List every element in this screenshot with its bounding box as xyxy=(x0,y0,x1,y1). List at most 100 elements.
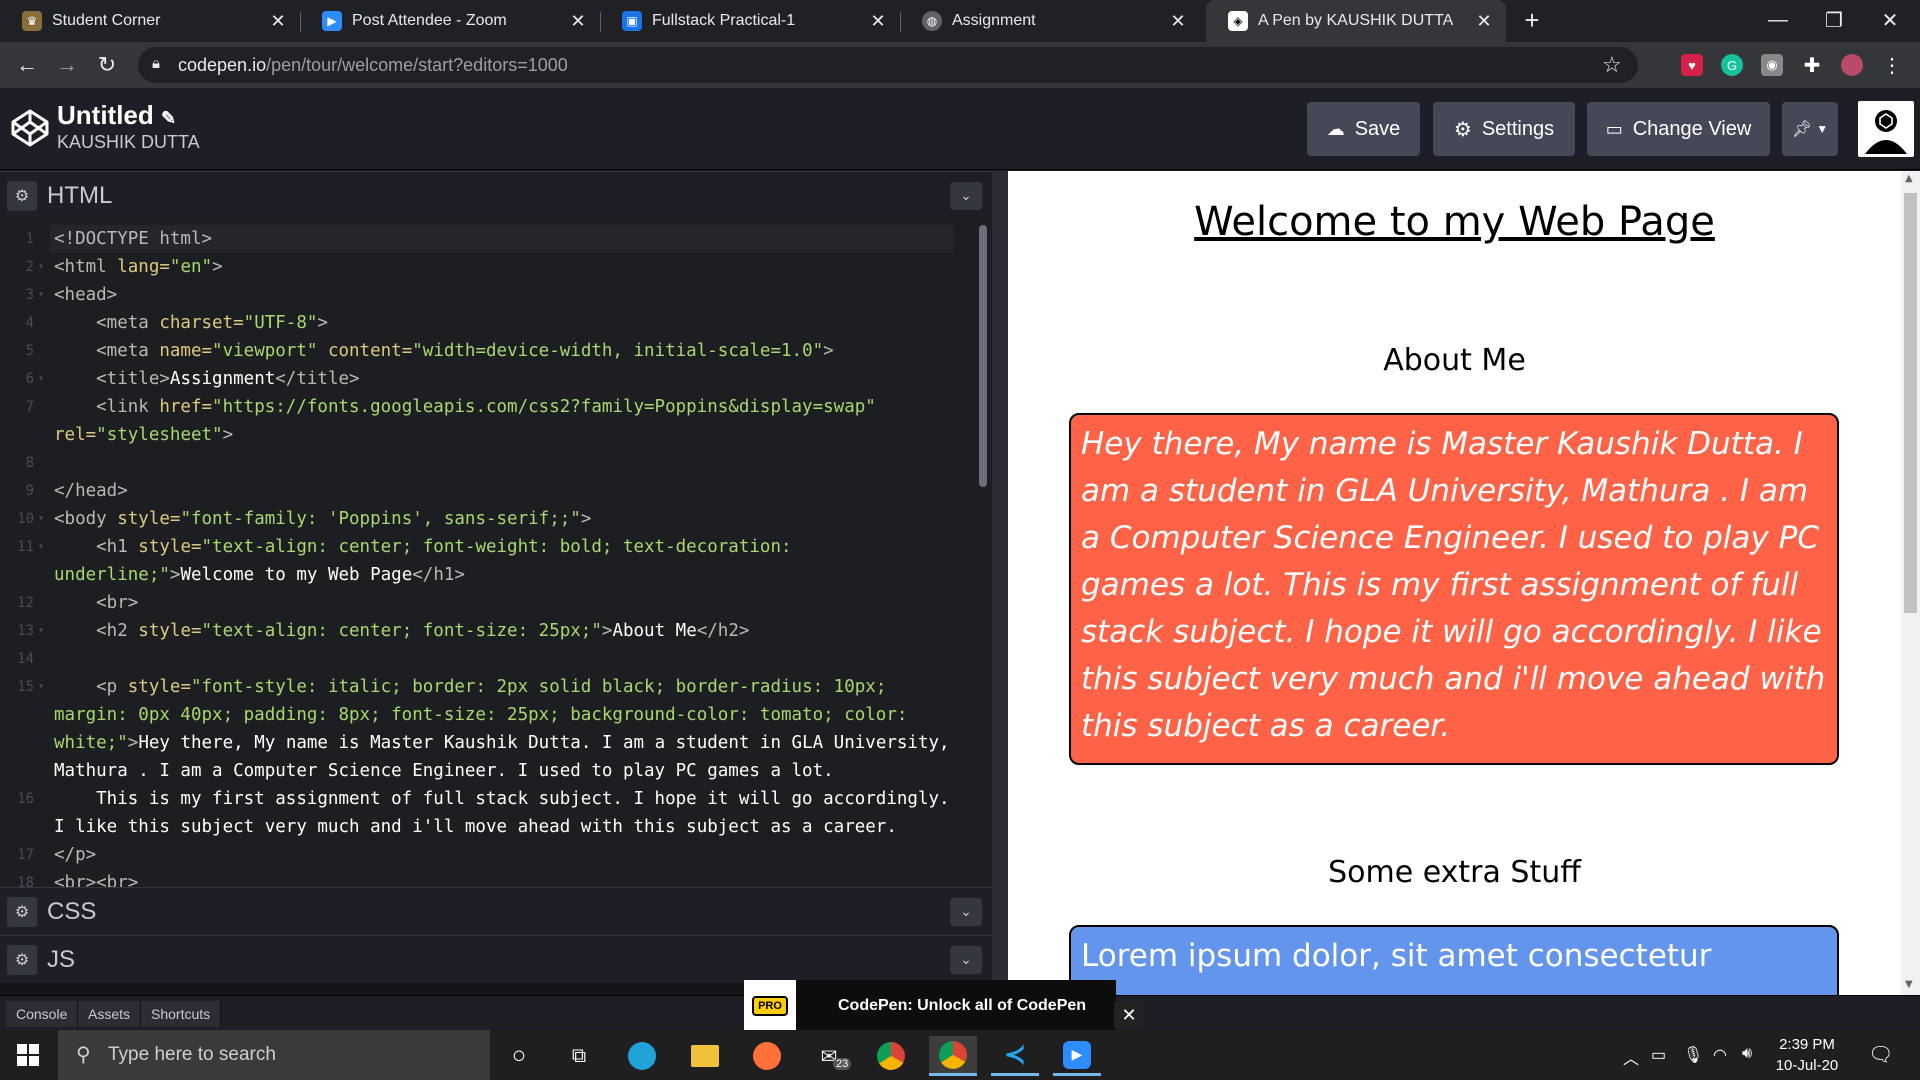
close-tab-icon[interactable]: ✕ xyxy=(1168,11,1188,32)
code-line[interactable]: 10 ▾ <body style="font-family: 'Poppins', … xyxy=(0,505,992,533)
mail-icon[interactable]: ✉ 23 xyxy=(805,1036,853,1076)
close-window-icon[interactable]: ✕ xyxy=(1862,0,1918,40)
code-line[interactable]: 11 ▾ <h1 style="text-align: center; font-… xyxy=(0,533,992,561)
code-line[interactable]: 6 ▾ <title>Assignment</title> xyxy=(0,365,992,393)
chrome-icon[interactable] xyxy=(867,1036,915,1076)
code-line[interactable]: margin: 0px 40px; padding: 8px; font-siz… xyxy=(0,701,992,729)
scroll-down-arrow-icon[interactable]: ▼ xyxy=(1905,979,1913,990)
file-explorer-icon[interactable] xyxy=(681,1036,729,1076)
js-settings-gear-icon[interactable]: ⚙ xyxy=(7,944,37,975)
css-settings-gear-icon[interactable]: ⚙ xyxy=(7,896,37,927)
code-line[interactable]: underline;">Welcome to my Web Page</h1> xyxy=(0,561,992,589)
task-view-icon[interactable]: ⧉ xyxy=(555,1036,603,1076)
edit-pencil-icon[interactable]: ✎ xyxy=(161,108,176,128)
html-collapse-chevron-icon[interactable]: ⌄ xyxy=(950,181,982,210)
js-panel-header[interactable]: ⚙ JS ⌄ xyxy=(0,935,992,983)
shortcuts-button[interactable]: Shortcuts xyxy=(141,1001,222,1027)
code-line[interactable]: I like this subject very much and i'll m… xyxy=(0,813,992,841)
forward-arrow-icon[interactable]: → xyxy=(50,48,84,82)
cortana-icon[interactable]: ○ xyxy=(495,1036,543,1076)
js-collapse-chevron-icon[interactable]: ⌄ xyxy=(950,945,982,974)
chrome-active-icon[interactable] xyxy=(929,1036,977,1076)
firefox-icon[interactable] xyxy=(743,1036,791,1076)
settings-button[interactable]: ⚙ Settings xyxy=(1433,102,1575,156)
fold-arrow-icon[interactable]: ▾ xyxy=(38,617,44,645)
pin-dropdown-button[interactable]: 📌︎ ▼ xyxy=(1782,102,1838,156)
fold-arrow-icon[interactable]: ▾ xyxy=(38,281,44,309)
vscode-icon[interactable]: ≺ xyxy=(991,1036,1039,1076)
html-code-editor[interactable]: 1 <!DOCTYPE html> 2 ▾ <html lang="en"> 3 ▾ <hea… xyxy=(0,219,992,887)
star-icon[interactable]: ☆ xyxy=(1602,52,1622,78)
fold-arrow-icon[interactable]: ▾ xyxy=(38,253,44,281)
fold-arrow-icon[interactable]: ▾ xyxy=(38,505,44,533)
fold-arrow-icon[interactable]: ▾ xyxy=(38,673,44,701)
code-line[interactable]: 17 </p> xyxy=(0,841,992,869)
pro-promo-banner[interactable]: PRO CodePen: Unlock all of CodePen xyxy=(744,980,1116,1032)
address-bar[interactable]: 🔒︎ codepen.io/pen/tour/welcome/start?edi… xyxy=(138,47,1638,83)
taskbar-clock[interactable]: 2:39 PM 10-Jul-20 xyxy=(1762,1034,1852,1076)
restore-icon[interactable]: ❐ xyxy=(1806,0,1862,40)
code-line[interactable]: 7 <link href="https://fonts.googleapis.c… xyxy=(0,393,992,421)
assets-button[interactable]: Assets xyxy=(78,1001,142,1027)
browser-tab-active[interactable]: ◈ A Pen by KAUSHIK DUTTA ✕ xyxy=(1206,0,1506,42)
code-line[interactable]: 12 <br> xyxy=(0,589,992,617)
extension-pocket-icon[interactable]: ♥ xyxy=(1681,54,1703,76)
css-panel-header[interactable]: ⚙ CSS ⌄ xyxy=(0,887,992,935)
code-line[interactable]: 1 <!DOCTYPE html> xyxy=(0,225,992,253)
tray-chevron-up-icon[interactable]: ︿ xyxy=(1623,1045,1639,1069)
notifications-icon[interactable]: 🗨︎ xyxy=(1868,1042,1893,1067)
pen-author[interactable]: KAUSHIK DUTTA xyxy=(57,132,200,153)
code-line[interactable]: 3 ▾ <head> xyxy=(0,281,992,309)
close-tab-icon[interactable]: ✕ xyxy=(568,11,588,32)
reload-icon[interactable]: ↻ xyxy=(90,48,124,82)
code-line[interactable]: 4 <meta charset="UTF-8"> xyxy=(0,309,992,337)
code-line[interactable]: 5 <meta name="viewport" content="width=d… xyxy=(0,337,992,365)
microphone-icon[interactable]: 🎙︎ xyxy=(1683,1045,1703,1065)
edge-icon[interactable] xyxy=(618,1036,666,1076)
user-avatar[interactable] xyxy=(1858,101,1914,157)
code-line[interactable]: 13 ▾ <h2 style="text-align: center; font-… xyxy=(0,617,992,645)
fold-arrow-icon[interactable]: ▾ xyxy=(38,365,44,393)
css-collapse-chevron-icon[interactable]: ⌄ xyxy=(950,897,982,926)
code-line[interactable]: 18 <br><br> xyxy=(0,869,992,887)
taskbar-search-box[interactable]: ⚲ Type here to search xyxy=(58,1030,490,1080)
scroll-up-arrow-icon[interactable]: ▲ xyxy=(1905,173,1913,184)
back-arrow-icon[interactable]: ← xyxy=(10,48,44,82)
volume-icon[interactable]: 🔊︎ xyxy=(1742,1045,1752,1063)
wifi-icon[interactable]: ◠ xyxy=(1713,1045,1727,1065)
browser-tab[interactable]: ♛ Student Corner ✕ xyxy=(0,0,300,42)
code-line[interactable]: 8 xyxy=(0,449,992,477)
extensions-puzzle-icon[interactable]: ✚ xyxy=(1801,54,1823,77)
code-line[interactable]: 9 </head> xyxy=(0,477,992,505)
codepen-logo-icon[interactable] xyxy=(10,108,50,148)
change-view-button[interactable]: ▭ Change View xyxy=(1587,102,1770,156)
promo-close-button[interactable]: ✕ xyxy=(1114,1002,1144,1028)
new-tab-button[interactable]: + xyxy=(1506,0,1558,40)
profile-avatar[interactable] xyxy=(1841,54,1863,76)
code-line[interactable]: 15 ▾ <p style="font-style: italic; border… xyxy=(0,673,992,701)
code-line[interactable]: rel="stylesheet"> xyxy=(0,421,992,449)
preview-scrollbar-thumb[interactable] xyxy=(1904,193,1917,613)
editor-scrollbar[interactable] xyxy=(979,225,987,487)
close-tab-icon[interactable]: ✕ xyxy=(1474,11,1494,32)
menu-kebab-icon[interactable]: ⋮ xyxy=(1881,54,1903,77)
zoom-app-icon[interactable]: ▶ xyxy=(1053,1036,1101,1076)
code-line[interactable]: 16 This is my first assignment of full s… xyxy=(0,785,992,813)
close-tab-icon[interactable]: ✕ xyxy=(268,11,288,32)
code-line[interactable]: white;">Hey there, My name is Master Kau… xyxy=(0,729,992,757)
code-line[interactable]: 2 ▾ <html lang="en"> xyxy=(0,253,992,281)
browser-tab[interactable]: ▶ Post Attendee - Zoom ✕ xyxy=(300,0,600,42)
code-line[interactable]: 14 xyxy=(0,645,992,673)
browser-tab[interactable]: ▣ Fullstack Practical-1 ✕ xyxy=(600,0,900,42)
extension-grammarly-icon[interactable]: G xyxy=(1721,54,1743,76)
save-button[interactable]: ☁ Save xyxy=(1307,102,1420,156)
code-line[interactable]: Mathura . I am a Computer Science Engine… xyxy=(0,757,992,785)
close-tab-icon[interactable]: ✕ xyxy=(868,11,888,32)
extension-camera-icon[interactable]: ◉ xyxy=(1761,54,1783,76)
console-button[interactable]: Console xyxy=(6,1001,79,1027)
browser-tab[interactable]: ◍ Assignment ✕ xyxy=(900,0,1200,42)
minimize-icon[interactable]: — xyxy=(1750,0,1806,40)
html-settings-gear-icon[interactable]: ⚙ xyxy=(7,180,37,211)
pen-title[interactable]: Untitled ✎ xyxy=(57,100,176,131)
battery-icon[interactable]: ▭ xyxy=(1651,1045,1666,1065)
